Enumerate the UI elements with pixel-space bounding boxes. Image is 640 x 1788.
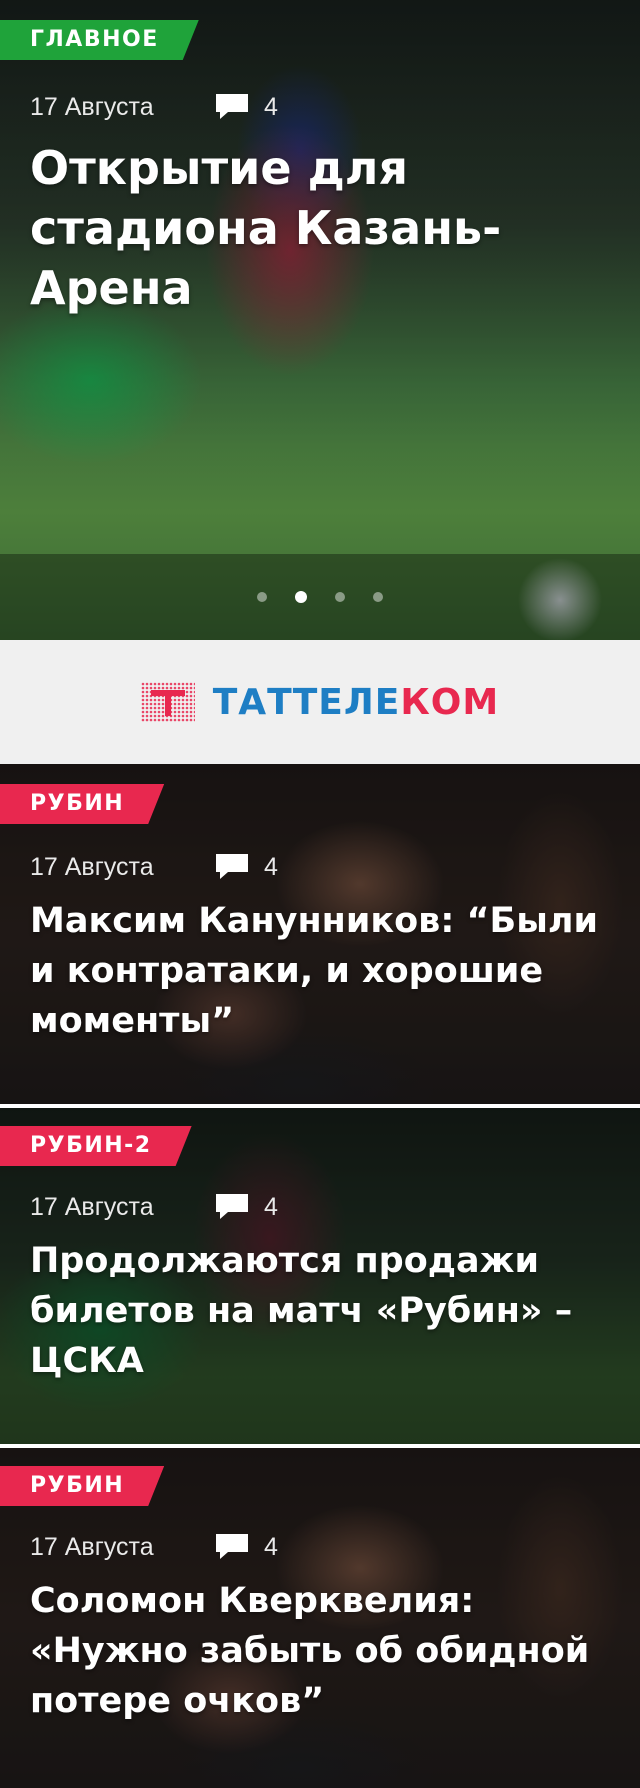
category-tag[interactable]: ГЛАВНОЕ xyxy=(0,20,199,60)
comment-icon[interactable] xyxy=(214,1532,250,1562)
news-card[interactable]: РУБИН 17 Августа 4 Максим Канунников: “Б… xyxy=(0,764,640,1104)
article-title[interactable]: Максим Канунников: “Были и контратаки, и… xyxy=(30,896,620,1046)
article-title[interactable]: Соломон Кверквелия: «Нужно забыть об оби… xyxy=(30,1576,620,1726)
sponsor-banner[interactable]: ТАТТЕЛЕКОМ xyxy=(0,640,640,764)
carousel-pager xyxy=(0,554,640,640)
article-date: 17 Августа xyxy=(30,1192,154,1221)
comment-count: 4 xyxy=(264,852,278,881)
tattelecom-logo: ТАТТЕЛЕКОМ xyxy=(212,681,500,723)
article-title[interactable]: Открытие для стадиона Казань-Арена xyxy=(30,138,620,318)
pager-dot[interactable] xyxy=(373,592,383,602)
article-meta: 17 Августа 4 xyxy=(30,92,278,122)
article-date: 17 Августа xyxy=(30,852,154,881)
article-date: 17 Августа xyxy=(30,92,154,121)
article-meta: 17 Августа 4 xyxy=(30,852,278,882)
category-tag[interactable]: РУБИН xyxy=(0,1466,164,1506)
pager-dot[interactable] xyxy=(257,592,267,602)
article-date: 17 Августа xyxy=(30,1532,154,1561)
comment-icon[interactable] xyxy=(214,852,250,882)
article-meta: 17 Августа 4 xyxy=(30,1532,278,1562)
comment-icon[interactable] xyxy=(214,1192,250,1222)
hero-card[interactable]: ГЛАВНОЕ 17 Августа 4 Открытие для стадио… xyxy=(0,0,640,640)
comment-icon[interactable] xyxy=(214,92,250,122)
comment-count: 4 xyxy=(264,1532,278,1561)
category-tag[interactable]: РУБИН xyxy=(0,784,164,824)
pager-dot-active[interactable] xyxy=(295,591,307,603)
pager-dot[interactable] xyxy=(335,592,345,602)
article-meta: 17 Августа 4 xyxy=(30,1192,278,1222)
news-card[interactable]: РУБИН 17 Августа 4 Соломон Кверквелия: «… xyxy=(0,1444,640,1788)
article-title[interactable]: Продолжаются продажи билетов на матч «Ру… xyxy=(30,1236,620,1386)
comment-count: 4 xyxy=(264,92,278,121)
news-card[interactable]: РУБИН-2 17 Августа 4 Продолжаются продаж… xyxy=(0,1104,640,1444)
tattelecom-logo-mark xyxy=(140,682,195,722)
comment-count: 4 xyxy=(264,1192,278,1221)
category-tag[interactable]: РУБИН-2 xyxy=(0,1126,192,1166)
